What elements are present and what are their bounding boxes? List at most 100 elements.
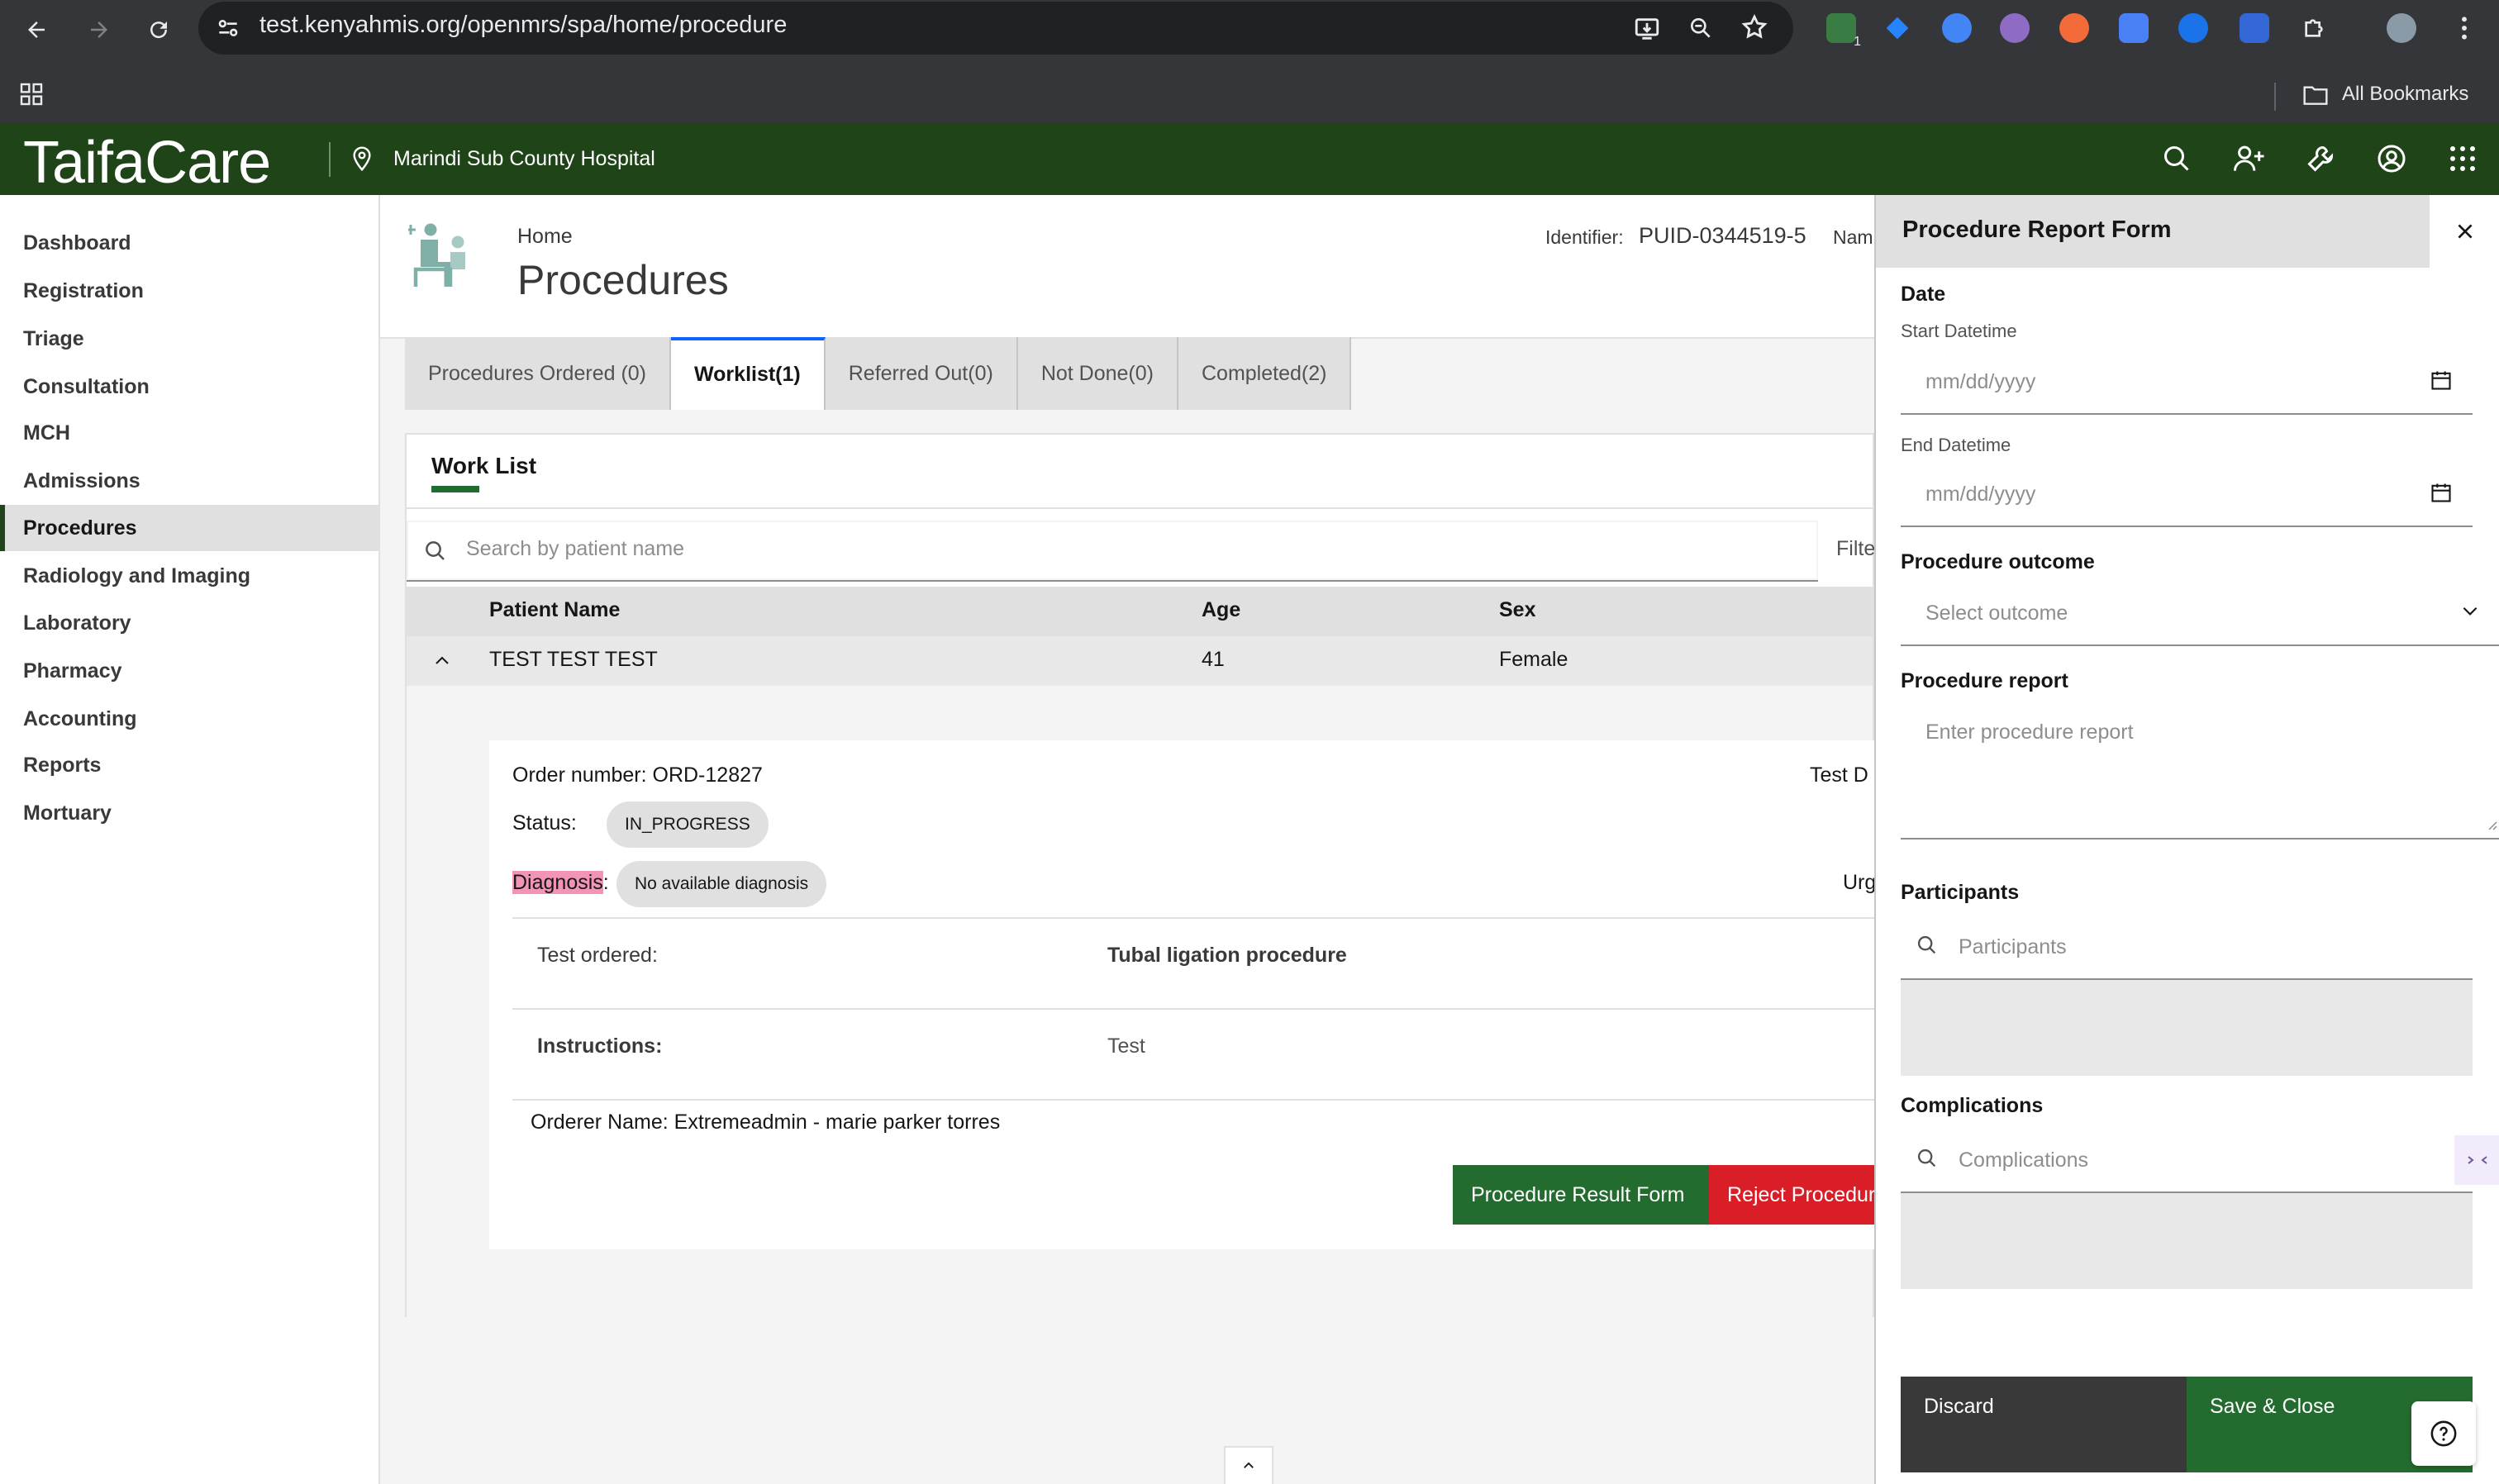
tab-procedures-ordered[interactable]: Procedures Ordered (0) <box>405 337 672 410</box>
sidebar-item-admissions[interactable]: Admissions <box>0 458 378 504</box>
close-icon[interactable] <box>2430 195 2499 268</box>
table-row[interactable]: TEST TEST TEST 41 Female <box>407 636 1873 686</box>
sidebar-item-mch[interactable]: MCH <box>0 410 378 456</box>
tools-icon[interactable] <box>2302 140 2339 177</box>
panel-header: Procedure Report Form <box>1876 195 2430 268</box>
extension-3-icon[interactable] <box>1942 13 1972 43</box>
test-ordered-value: Tubal ligation procedure <box>1107 944 1347 967</box>
jira-extension-icon[interactable] <box>1883 13 1912 43</box>
sidebar-item-registration[interactable]: Registration <box>0 268 378 314</box>
worklist-card: Work List Search by patient name Filte P… <box>405 433 1874 1319</box>
page-title: Procedures <box>517 257 729 303</box>
procedure-outcome-label: Procedure outcome <box>1901 550 2095 573</box>
complications-search-input[interactable]: Complications <box>1901 1130 2473 1193</box>
sidebar-item-radiology[interactable]: Radiology and Imaging <box>0 553 378 599</box>
help-icon[interactable] <box>2411 1401 2476 1466</box>
status-badge: IN_PROGRESS <box>607 801 769 848</box>
search-icon <box>1916 934 1944 962</box>
calendar-icon[interactable] <box>2430 369 2458 397</box>
extension-5-icon[interactable] <box>2059 13 2089 43</box>
forward-icon[interactable] <box>81 12 117 48</box>
location-pin-icon <box>350 145 374 176</box>
main-content: Home Procedures Identifier: PUID-0344519… <box>380 195 1874 1484</box>
procedure-result-form-button[interactable]: Procedure Result Form <box>1453 1165 1709 1225</box>
identifier-value: PUID-0344519-5 <box>1639 223 1806 248</box>
url-text[interactable]: test.kenyahmis.org/openmrs/spa/home/proc… <box>259 12 787 39</box>
bookmark-star-icon[interactable] <box>1740 13 1768 45</box>
worklist-divider <box>407 507 1873 509</box>
discard-button[interactable]: Discard <box>1901 1377 2187 1472</box>
extension-6-icon[interactable] <box>2119 13 2149 43</box>
sidebar-item-pharmacy[interactable]: Pharmacy <box>0 648 378 694</box>
extension-8-icon[interactable] <box>2240 13 2269 43</box>
column-patient-name[interactable]: Patient Name <box>489 598 620 622</box>
column-age[interactable]: Age <box>1202 598 1240 622</box>
resize-handle-icon[interactable] <box>2484 817 2497 835</box>
panel-footer: Discard Save & Close <box>1901 1377 2473 1472</box>
sidebar-item-dashboard[interactable]: Dashboard <box>0 220 378 266</box>
filter-dropdown[interactable]: Filte <box>1836 537 1874 561</box>
calendar-icon[interactable] <box>2430 481 2458 509</box>
extension-1-icon[interactable]: 1 <box>1826 13 1861 49</box>
taifacare-logo[interactable]: TaifaCare <box>23 129 271 197</box>
search-icon[interactable] <box>2159 140 2195 177</box>
collapse-row-chevron-up-icon[interactable] <box>431 651 453 675</box>
reject-procedure-button[interactable]: Reject Procedur <box>1709 1165 1874 1225</box>
browser-menu-icon[interactable] <box>2449 13 2479 43</box>
patient-search-input[interactable]: Search by patient name <box>407 521 1818 582</box>
scroll-up-chevron-icon[interactable] <box>1224 1446 1273 1484</box>
search-placeholder: Search by patient name <box>466 537 685 560</box>
zoom-icon[interactable] <box>1687 15 1714 45</box>
profile-avatar[interactable] <box>2387 13 2416 43</box>
back-icon[interactable] <box>18 12 55 48</box>
extension-4-icon[interactable] <box>2000 13 2030 43</box>
complications-list-box <box>1901 1193 2473 1289</box>
worklist-title: Work List <box>431 453 537 478</box>
sidebar-item-reports[interactable]: Reports <box>0 742 378 788</box>
tab-completed[interactable]: Completed(2) <box>1178 337 1352 410</box>
location-name[interactable]: Marindi Sub County Hospital <box>393 147 655 171</box>
header-divider <box>329 142 331 177</box>
app-switcher-icon[interactable] <box>2444 140 2481 177</box>
sidebar-item-mortuary[interactable]: Mortuary <box>0 790 378 836</box>
end-date-input[interactable]: mm/dd/yyyy <box>1901 464 2473 527</box>
procedure-report-textarea[interactable]: Enter procedure report <box>1901 702 2499 840</box>
outcome-select[interactable]: Select outcome <box>1901 583 2499 646</box>
tab-worklist[interactable]: Worklist(1) <box>671 337 826 410</box>
identifier-label: Identifier: <box>1545 226 1624 248</box>
breadcrumb[interactable]: Home <box>517 225 573 249</box>
diagnosis-label: Diagnosis <box>512 871 603 894</box>
sidebar-item-triage[interactable]: Triage <box>0 316 378 362</box>
all-bookmarks-link[interactable]: All Bookmarks <box>2342 83 2468 106</box>
sidebar-item-consultation[interactable]: Consultation <box>0 364 378 410</box>
start-date-input[interactable]: mm/dd/yyyy <box>1901 352 2473 415</box>
add-patient-icon[interactable] <box>2231 140 2268 177</box>
extension-7-icon[interactable] <box>2178 13 2208 43</box>
search-icon <box>423 539 448 568</box>
sidebar-item-laboratory[interactable]: Laboratory <box>0 600 378 646</box>
sidebar-item-accounting[interactable]: Accounting <box>0 696 378 742</box>
extensions-puzzle-icon[interactable] <box>2299 13 2329 43</box>
app-header: TaifaCare Marindi Sub County Hospital <box>0 124 2499 197</box>
tab-referred-out[interactable]: Referred Out(0) <box>825 337 1018 410</box>
column-sex[interactable]: Sex <box>1499 598 1535 622</box>
address-bar[interactable]: test.kenyahmis.org/openmrs/spa/home/proc… <box>198 2 1793 55</box>
tab-not-done[interactable]: Not Done(0) <box>1017 337 1178 410</box>
install-app-icon[interactable] <box>1633 15 1661 47</box>
user-profile-icon[interactable] <box>2373 140 2410 177</box>
outcome-placeholder: Select outcome <box>1925 602 2068 625</box>
reload-icon[interactable] <box>140 12 177 48</box>
participants-label: Participants <box>1901 881 2020 904</box>
sex-cell: Female <box>1499 648 1568 671</box>
apps-grid-icon[interactable] <box>18 81 45 112</box>
participants-search-input[interactable]: Participants <box>1901 917 2473 980</box>
site-settings-icon[interactable] <box>215 15 241 45</box>
table-header: Patient Name Age Sex <box>407 587 1873 636</box>
date-section-label: Date <box>1901 283 1946 306</box>
dev-tools-toggle-icon[interactable] <box>2454 1135 2499 1185</box>
folder-icon <box>2302 83 2329 112</box>
chevron-down-icon[interactable] <box>2459 600 2487 628</box>
procedure-report-label: Procedure report <box>1901 669 2068 692</box>
urgency-label: Urg <box>1843 871 1874 894</box>
sidebar-item-procedures[interactable]: Procedures <box>0 505 378 551</box>
